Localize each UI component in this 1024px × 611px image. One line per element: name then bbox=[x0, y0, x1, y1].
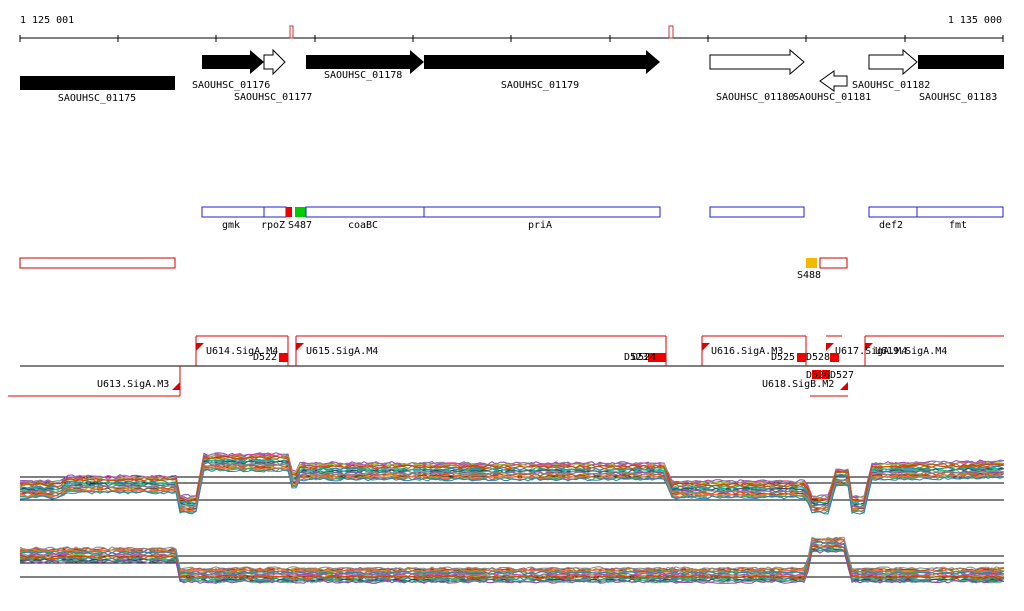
gene-box-fmt[interactable] bbox=[916, 206, 1004, 218]
gene-box-01180[interactable] bbox=[709, 206, 805, 218]
gene-arrow-01177[interactable] bbox=[263, 48, 286, 76]
small-feature-d524[interactable] bbox=[657, 353, 666, 362]
expression-track-2 bbox=[19, 536, 1005, 584]
small-feature-label-d525: D525 bbox=[771, 352, 795, 363]
segment-label-u615[interactable]: U615.SigA.M4 bbox=[306, 346, 378, 357]
small-feature-label-d528: D528 bbox=[806, 352, 830, 363]
gene-name-coabc: coaBC bbox=[348, 220, 378, 231]
gene-name-def2: def2 bbox=[879, 220, 903, 231]
gene-arrow-01175[interactable] bbox=[20, 76, 175, 90]
gene-label-01180: SAOUHSC_01180 bbox=[716, 92, 794, 103]
ruler-marker-2[interactable] bbox=[668, 25, 674, 39]
gene-arrow-01183[interactable] bbox=[918, 55, 1004, 69]
ruler-end-label: 1 135 000 bbox=[948, 15, 1002, 26]
gene-name-track: gmk rpoZ S487 coaBC priA def2 fmt bbox=[201, 206, 1004, 231]
segment-track: U613.SigA.M3 U614.SigA.M4 U615.SigA.M4 U… bbox=[8, 335, 1004, 397]
segment-flag-u614 bbox=[196, 343, 204, 351]
gene-arrow-01181[interactable] bbox=[819, 70, 848, 92]
small-feature-label-d526: D526 bbox=[806, 370, 830, 381]
gene-box-pria[interactable] bbox=[423, 206, 661, 218]
gene-label-01182: SAOUHSC_01182 bbox=[852, 80, 930, 91]
segment-flag-u613 bbox=[172, 382, 180, 390]
gene-arrow-01180[interactable] bbox=[709, 48, 805, 76]
gene-arrow-01176[interactable] bbox=[202, 50, 264, 74]
segment-label-u619[interactable]: U619.SigA.M4 bbox=[875, 346, 947, 357]
feature-red-marker[interactable] bbox=[286, 207, 292, 217]
feature-outline-01175[interactable] bbox=[19, 257, 176, 269]
small-feature-d528[interactable] bbox=[830, 353, 839, 362]
gene-name-pria: priA bbox=[528, 220, 552, 231]
gene-label-01176: SAOUHSC_01176 bbox=[192, 80, 270, 91]
gene-box-gmk[interactable] bbox=[201, 206, 265, 218]
gene-label-01181: SAOUHSC_01181 bbox=[793, 92, 871, 103]
gene-box-rpoz[interactable] bbox=[263, 206, 287, 218]
gene-label-01183: SAOUHSC_01183 bbox=[919, 92, 997, 103]
gene-name-rpoz: rpoZ bbox=[261, 220, 285, 231]
gene-label-01177: SAOUHSC_01177 bbox=[234, 92, 312, 103]
gene-name-gmk: gmk bbox=[222, 220, 240, 231]
feature-outline-01181[interactable] bbox=[819, 257, 848, 269]
segment-label-u613[interactable]: U613.SigA.M3 bbox=[97, 379, 169, 390]
gene-label-01179: SAOUHSC_01179 bbox=[501, 80, 579, 91]
feature-track-lower: S488 bbox=[19, 257, 848, 281]
gene-box-coabc[interactable] bbox=[305, 206, 425, 218]
small-feature-d525[interactable] bbox=[797, 353, 806, 362]
expression-track-1 bbox=[19, 452, 1005, 515]
expression-curve bbox=[19, 537, 1005, 572]
small-feature-label-d524: D524 bbox=[632, 352, 656, 363]
coordinate-ruler: 1 125 001 1 135 000 bbox=[19, 15, 1004, 42]
segment-flag-u616 bbox=[702, 343, 710, 351]
small-feature-label-d527: D527 bbox=[830, 370, 854, 381]
ruler-start-label: 1 125 001 bbox=[20, 15, 74, 26]
feature-s488[interactable] bbox=[806, 258, 817, 268]
gene-track: SAOUHSC_01175 SAOUHSC_01176 SAOUHSC_0117… bbox=[20, 48, 1004, 104]
gene-name-fmt: fmt bbox=[949, 220, 967, 231]
gene-box-def2[interactable] bbox=[868, 206, 918, 218]
small-feature-label-d522: D522 bbox=[253, 352, 277, 363]
ruler-marker-1[interactable] bbox=[289, 25, 294, 39]
gene-arrow-01182[interactable] bbox=[868, 48, 918, 76]
expression-curve bbox=[19, 536, 1005, 571]
genome-browser-view: 1 125 001 1 135 000 SAOUHSC_01175 SAOUHS… bbox=[8, 15, 1005, 584]
segment-flag-u615 bbox=[296, 343, 304, 351]
gene-label-01175: SAOUHSC_01175 bbox=[58, 93, 136, 104]
segment-flag-u618 bbox=[840, 382, 848, 390]
segment-flag-u617 bbox=[826, 343, 834, 351]
gene-arrow-01179[interactable] bbox=[424, 50, 660, 74]
feature-label-s488: S488 bbox=[797, 270, 821, 281]
small-feature-d522[interactable] bbox=[279, 353, 288, 362]
feature-label-s487: S487 bbox=[288, 220, 312, 231]
feature-s487[interactable] bbox=[295, 207, 306, 217]
gene-label-01178: SAOUHSC_01178 bbox=[324, 70, 402, 81]
